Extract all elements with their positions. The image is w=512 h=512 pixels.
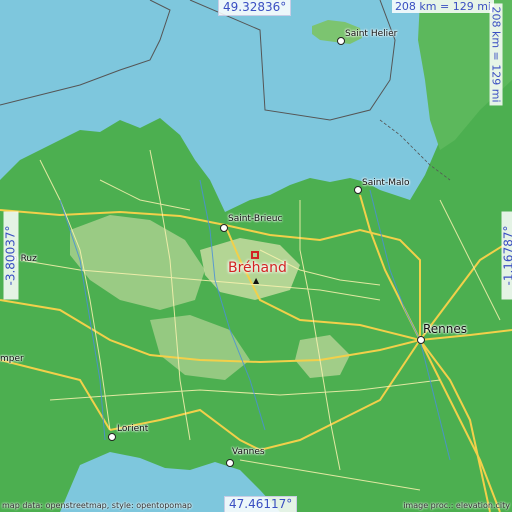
city-label-saint-helier[interactable]: Saint Helier <box>345 29 397 39</box>
city-dot-rennes <box>417 336 425 344</box>
peak-icon: ▲ <box>253 276 260 285</box>
image-attribution: image proc.: elevation.city <box>403 501 510 510</box>
city-dot-lorient <box>108 433 116 441</box>
city-label-rennes[interactable]: Rennes <box>423 322 467 336</box>
city-dot-saint-brieuc <box>220 224 228 232</box>
coord-west-label: -3.80037° <box>3 211 19 300</box>
scale-horizontal: 208 km = 129 mi <box>391 0 494 13</box>
focus-place-label[interactable]: Bréhand <box>228 260 287 276</box>
city-label-saint-brieuc[interactable]: Saint-Brieuc <box>228 214 282 224</box>
focus-place-marker[interactable] <box>251 251 259 259</box>
city-dot-saint-helier <box>337 37 345 45</box>
city-dot-saint-malo <box>354 186 362 194</box>
city-label-vannes[interactable]: Vannes <box>232 447 265 457</box>
city-label-saint-malo[interactable]: Saint-Malo <box>362 178 410 188</box>
coord-south-label: 47.46117° <box>224 496 298 512</box>
city-dot-vannes <box>226 459 234 467</box>
scale-vertical: 208 km = 129 mi <box>489 3 503 106</box>
coord-north-label: 49.32836° <box>218 0 292 16</box>
city-label-lorient[interactable]: Lorient <box>117 424 148 434</box>
city-label-quimper[interactable]: mper <box>0 354 24 364</box>
coord-east-label: -1.16787° <box>501 211 512 300</box>
map-attribution: map data: openstreetmap, style: opentopo… <box>2 501 192 510</box>
map-view[interactable]: Bréhand ▲ Saint Helier Saint-Malo Saint-… <box>0 0 512 512</box>
